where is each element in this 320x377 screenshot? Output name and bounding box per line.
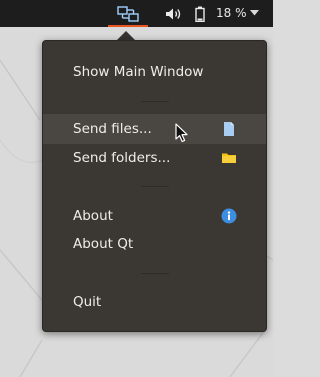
menu-item-label: About Qt xyxy=(73,236,134,252)
app-indicator[interactable] xyxy=(106,0,150,27)
battery-icon xyxy=(195,6,205,22)
active-indicator xyxy=(108,25,148,27)
menu-separator xyxy=(141,101,169,102)
menu-item-about[interactable]: About xyxy=(43,201,266,231)
menu-item-label: About xyxy=(73,208,113,224)
menu-separator xyxy=(141,273,169,274)
menu-item-label: Quit xyxy=(73,294,102,310)
menu-pointer xyxy=(117,31,135,40)
network-transfer-icon xyxy=(117,5,139,22)
menu-item-about-qt[interactable]: About Qt xyxy=(43,229,266,259)
battery-indicator[interactable] xyxy=(193,0,207,27)
menu-separator xyxy=(141,186,169,187)
menu-item-label: Send folders... xyxy=(73,150,171,166)
menu-item-label: Show Main Window xyxy=(73,64,204,80)
folder-icon xyxy=(222,153,236,163)
menu-item-show-main-window[interactable]: Show Main Window xyxy=(43,57,266,87)
menu-item-send-folders[interactable]: Send folders... xyxy=(43,143,266,173)
file-icon xyxy=(224,122,234,136)
menu-item-label: Send files... xyxy=(73,121,152,137)
chevron-down-icon[interactable] xyxy=(250,10,259,16)
top-panel: 18 % xyxy=(0,0,273,27)
volume-icon xyxy=(166,8,181,19)
volume-indicator[interactable] xyxy=(163,0,185,27)
menu-item-send-files[interactable]: Send files... xyxy=(43,114,266,144)
info-icon xyxy=(221,208,237,224)
battery-percent[interactable]: 18 % xyxy=(216,0,247,27)
mouse-cursor-icon xyxy=(175,123,188,143)
menu-item-quit[interactable]: Quit xyxy=(43,287,266,317)
tray-menu: Show Main Window Send files... Send fold… xyxy=(42,40,267,332)
